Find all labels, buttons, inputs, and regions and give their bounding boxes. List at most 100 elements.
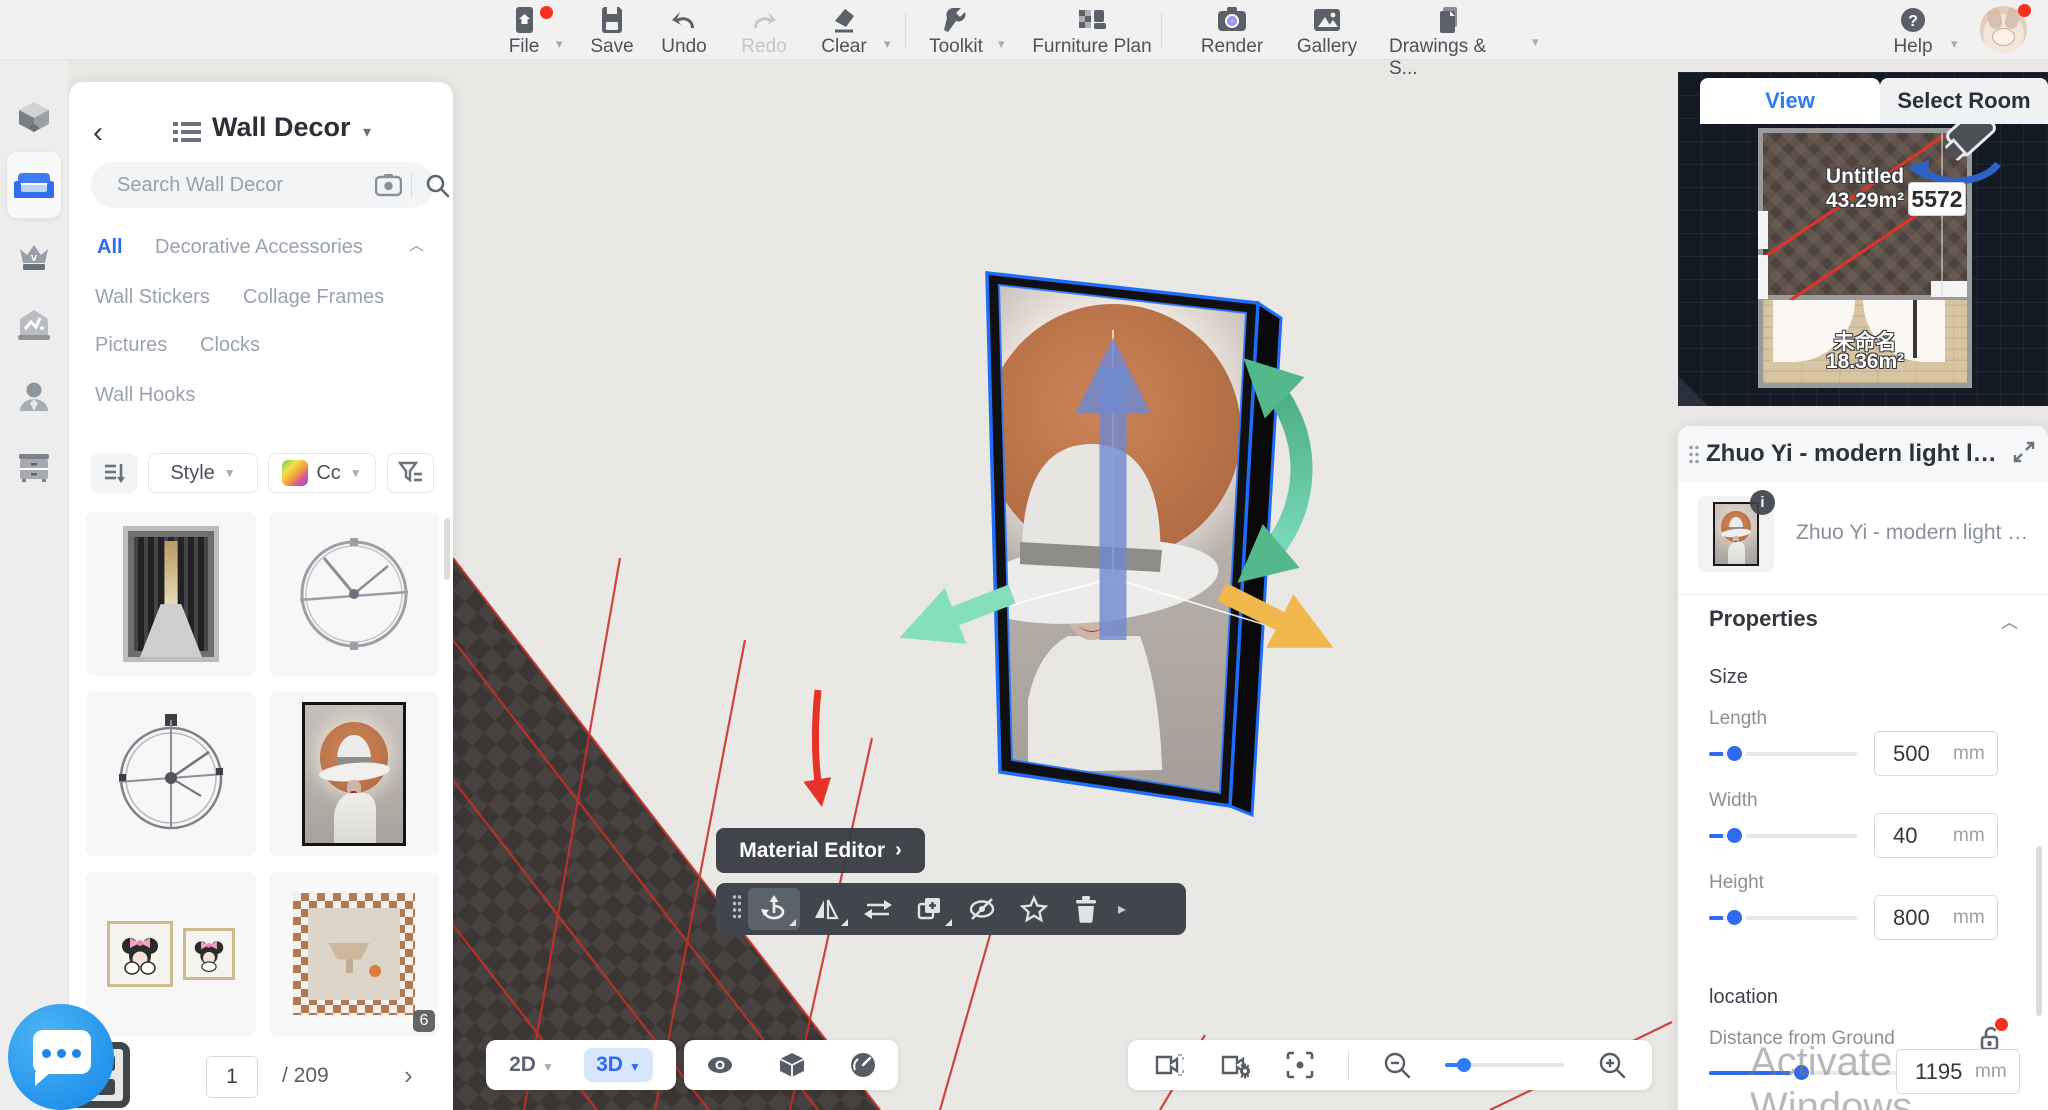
- category-clocks[interactable]: Clocks: [200, 334, 260, 357]
- zoom-out-button[interactable]: [1383, 1051, 1411, 1079]
- category-all[interactable]: All: [97, 236, 123, 259]
- item-name: Zhuo Yi - modern light lu...: [1796, 521, 2031, 545]
- color-filter-dropdown[interactable]: Cc ▼: [268, 453, 376, 493]
- room-code-badge[interactable]: 5572: [1908, 182, 1966, 216]
- favorite-tool-button[interactable]: [1008, 888, 1060, 930]
- category-list-icon[interactable]: [173, 120, 201, 149]
- cube-view-icon: [778, 1051, 806, 1079]
- drag-handle-icon[interactable]: [1688, 444, 1700, 466]
- product-card-checkered-frame[interactable]: 6: [269, 872, 439, 1036]
- expand-panel-icon[interactable]: [2012, 440, 2036, 469]
- star-icon: [1020, 895, 1048, 923]
- sidebar-item-construction[interactable]: [7, 88, 61, 146]
- distance-slider[interactable]: [1709, 1071, 1901, 1075]
- properties-scrollbar[interactable]: [2036, 846, 2042, 1016]
- sidebar-item-furnish[interactable]: [7, 152, 61, 218]
- collapse-properties-icon[interactable]: ︿: [2001, 608, 2018, 633]
- item-panel-header[interactable]: Zhuo Yi - modern light lux...: [1678, 426, 2048, 482]
- toolbar-expand-icon[interactable]: ▸: [1118, 899, 1126, 919]
- tab-view[interactable]: View: [1700, 78, 1880, 124]
- 2d-mode-button[interactable]: 2D▼: [509, 1053, 554, 1077]
- panel-title-caret-icon[interactable]: ▾: [363, 122, 371, 142]
- category-pictures[interactable]: Pictures: [95, 334, 167, 357]
- selected-wall-art[interactable]: [948, 245, 1290, 820]
- search-input[interactable]: [117, 162, 367, 208]
- height-input[interactable]: [1893, 905, 1953, 931]
- move-tool-button[interactable]: [748, 888, 800, 930]
- avatar-art: [1986, 6, 2004, 30]
- length-slider[interactable]: [1709, 752, 1857, 756]
- product-card-lady-hat-poster[interactable]: [269, 692, 439, 856]
- properties-header[interactable]: Properties: [1709, 606, 1818, 632]
- 3d-mode-button[interactable]: 3D▼: [584, 1048, 653, 1082]
- floorplan-minimap[interactable]: View Select Room Untitled 43.29m² 5572 未…: [1678, 72, 2048, 406]
- gallery-button[interactable]: Gallery: [1267, 4, 1387, 58]
- visibility-button[interactable]: [705, 1053, 735, 1077]
- duplicate-tool-button[interactable]: [904, 888, 956, 930]
- filter-button[interactable]: [387, 453, 434, 493]
- back-button[interactable]: ‹: [93, 116, 103, 150]
- help-caret-icon[interactable]: ▾: [1951, 36, 1958, 52]
- width-input[interactable]: [1893, 823, 1953, 849]
- focus-selection-button[interactable]: [1286, 1051, 1314, 1079]
- info-icon[interactable]: i: [1750, 490, 1775, 515]
- search-icon[interactable]: [425, 173, 450, 203]
- map-corner-fold: [1678, 376, 1708, 406]
- ai-house-icon: [15, 307, 53, 343]
- category-collage-frames[interactable]: Collage Frames: [243, 286, 384, 309]
- height-slider-knob[interactable]: [1727, 910, 1742, 925]
- camera-settings-button[interactable]: [1220, 1051, 1252, 1079]
- drawings-button[interactable]: Drawings & S...: [1389, 4, 1509, 80]
- performance-button[interactable]: [849, 1051, 877, 1079]
- crown-icon: v: [15, 239, 53, 275]
- zoom-slider[interactable]: [1445, 1063, 1564, 1067]
- zoom-in-button[interactable]: [1598, 1051, 1626, 1079]
- panel-title[interactable]: Wall Decor: [212, 112, 351, 143]
- page-input[interactable]: [206, 1056, 258, 1098]
- collapse-categories-icon[interactable]: ︿: [409, 234, 424, 255]
- sidebar-item-ai-design[interactable]: [7, 296, 61, 354]
- clear-caret-icon[interactable]: ▾: [884, 36, 891, 52]
- drawings-caret-icon[interactable]: ▾: [1532, 34, 1539, 50]
- category-wall-stickers[interactable]: Wall Stickers: [95, 286, 210, 309]
- support-chat-button[interactable]: [8, 1004, 114, 1110]
- image-search-icon[interactable]: [375, 173, 402, 202]
- category-decorative-accessories[interactable]: Decorative Accessories: [155, 236, 363, 259]
- furniture-plan-button[interactable]: Furniture Plan: [1032, 4, 1152, 58]
- solid-view-button[interactable]: [778, 1051, 806, 1079]
- sidebar-item-account[interactable]: [7, 368, 61, 426]
- swap-tool-button[interactable]: [852, 888, 904, 930]
- next-page-button[interactable]: ›: [404, 1060, 413, 1091]
- product-card-hallway-art[interactable]: [86, 512, 256, 676]
- zoom-slider-knob[interactable]: [1457, 1058, 1471, 1072]
- move-gizmo[interactable]: [917, 330, 1312, 640]
- style-filter-dropdown[interactable]: Style ▼: [148, 453, 258, 493]
- camera-view-button[interactable]: [1154, 1051, 1186, 1079]
- panel-scrollbar[interactable]: [444, 518, 450, 580]
- length-slider-knob[interactable]: [1727, 746, 1742, 761]
- distance-input-box: mm: [1896, 1049, 2020, 1094]
- tab-select-room[interactable]: Select Room: [1880, 78, 2048, 124]
- product-card-wire-clock[interactable]: [269, 512, 439, 676]
- sidebar-item-custom-furniture[interactable]: [7, 438, 61, 496]
- distance-slider-knob[interactable]: [1794, 1065, 1809, 1080]
- height-slider[interactable]: [1709, 916, 1857, 920]
- drag-handle-icon[interactable]: [732, 894, 742, 925]
- hide-tool-button[interactable]: [956, 888, 1008, 930]
- width-slider[interactable]: [1709, 834, 1857, 838]
- sort-button[interactable]: [91, 453, 138, 493]
- product-card-minnie-frames[interactable]: [86, 872, 256, 1036]
- length-input[interactable]: [1893, 741, 1953, 767]
- minimap-room-unnamed[interactable]: 未命名 18.36m²: [1758, 300, 1972, 388]
- product-card-round-clock[interactable]: [86, 692, 256, 856]
- clear-icon: [828, 4, 860, 36]
- delete-tool-button[interactable]: [1060, 888, 1112, 930]
- mirror-icon: [812, 896, 840, 922]
- width-slider-knob[interactable]: [1727, 828, 1742, 843]
- mirror-tool-button[interactable]: [800, 888, 852, 930]
- material-editor-tooltip[interactable]: Material Editor ›: [716, 828, 925, 873]
- category-wall-hooks[interactable]: Wall Hooks: [95, 384, 195, 407]
- toolkit-caret-icon[interactable]: ▾: [998, 36, 1005, 52]
- distance-input[interactable]: [1915, 1059, 1975, 1085]
- sidebar-item-vip[interactable]: v: [7, 228, 61, 286]
